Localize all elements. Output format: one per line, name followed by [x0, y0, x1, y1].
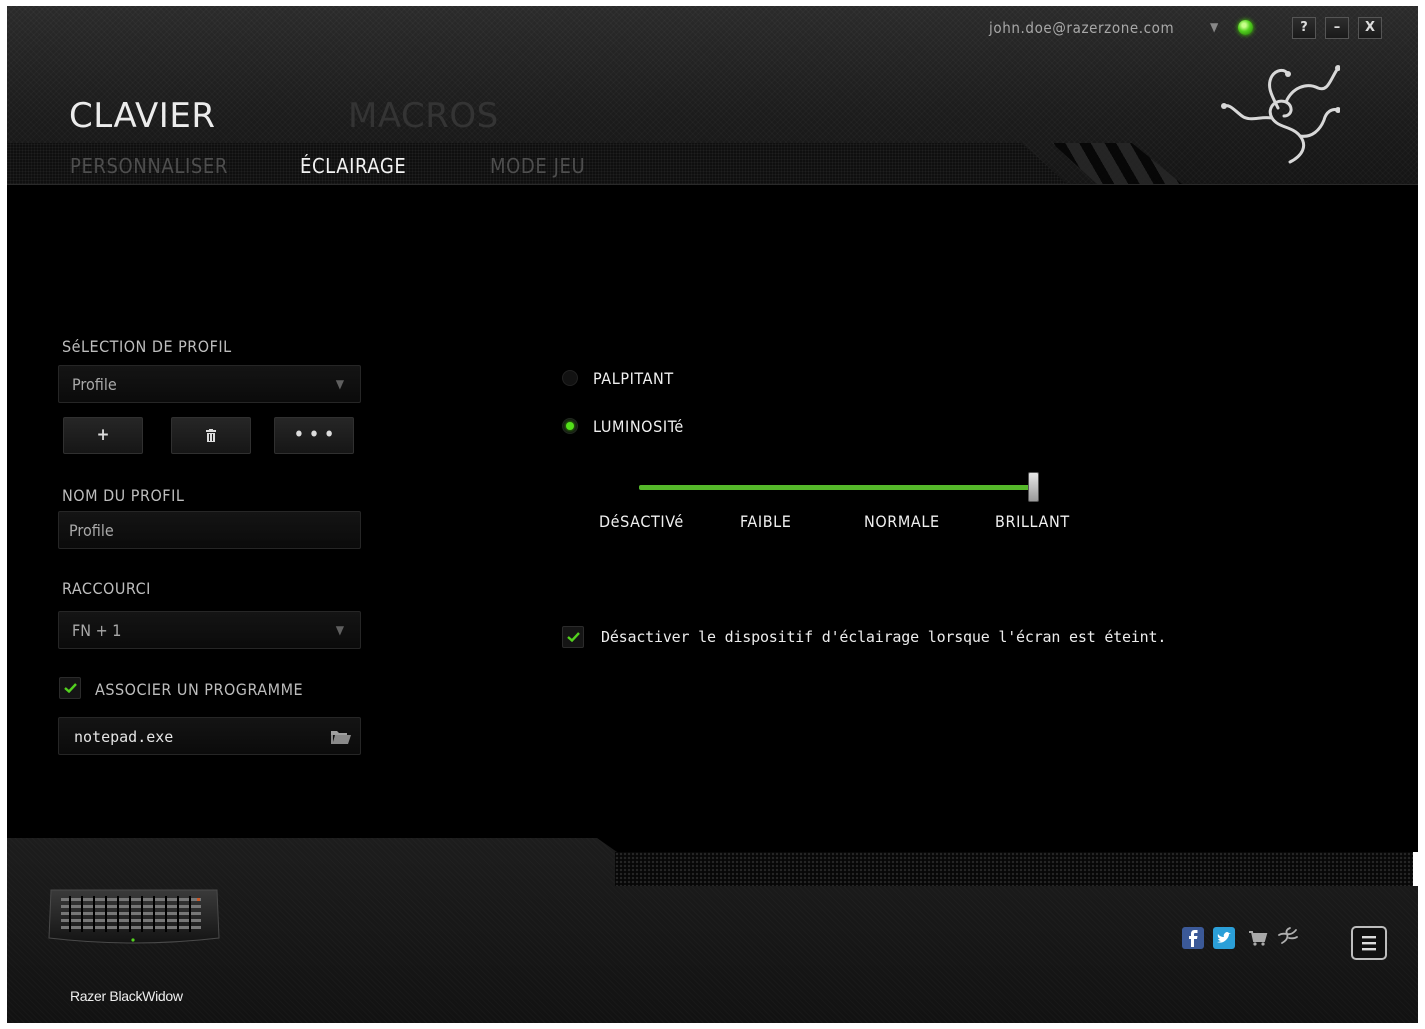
brightness-level-off[interactable]: DéSACTIVé	[599, 512, 684, 531]
associate-program-checkbox[interactable]	[59, 677, 81, 699]
program-path-input[interactable]: notepad.exe	[58, 717, 361, 755]
associate-program-label: ASSOCIER UN PROGRAMME	[95, 680, 304, 699]
shortcut-value: FN + 1	[72, 621, 122, 640]
device-name: Razer BlackWidow	[70, 988, 183, 1004]
palpitant-radio[interactable]	[562, 370, 578, 386]
footer-decoration	[615, 852, 1418, 886]
luminosite-label: LUMINOSITé	[593, 417, 684, 436]
profile-name-value: Profile	[69, 521, 114, 540]
help-button[interactable]: ?	[1292, 17, 1316, 39]
keyboard-device-image[interactable]	[47, 882, 221, 948]
program-path-value: notepad.exe	[74, 728, 174, 746]
chevron-down-icon: ▼	[335, 377, 344, 391]
razer-icon[interactable]	[1277, 925, 1299, 947]
brightness-slider-fill	[639, 485, 1031, 490]
subtab-mode-jeu[interactable]: MODE JEU	[490, 154, 585, 178]
shortcut-label: RACCOURCI	[62, 579, 151, 598]
palpitant-label: PALPITANT	[593, 369, 674, 388]
tab-macros[interactable]: MACROS	[348, 96, 499, 136]
header-divider	[7, 184, 1418, 185]
profile-select-value: Profile	[72, 375, 117, 394]
checkmark-icon	[64, 683, 77, 693]
trash-icon	[206, 429, 216, 442]
menu-icon	[1362, 936, 1376, 951]
synapse-window: john.doe@razerzone.com ▼ ? – X CLAVIER M…	[7, 6, 1418, 1023]
subtab-eclairage[interactable]: ÉCLAIRAGE	[300, 154, 406, 178]
brightness-level-bright[interactable]: BRILLANT	[995, 512, 1070, 531]
facebook-icon[interactable]	[1182, 927, 1204, 949]
profile-select[interactable]: Profile ▼	[58, 365, 361, 403]
subtab-personnaliser[interactable]: PERSONNALISER	[70, 154, 228, 178]
tab-clavier[interactable]: CLAVIER	[69, 96, 215, 136]
brightness-slider-thumb[interactable]	[1027, 472, 1039, 502]
checkmark-icon	[567, 632, 580, 642]
shortcut-select[interactable]: FN + 1 ▼	[58, 611, 361, 649]
screen-off-lighting-checkbox[interactable]	[562, 626, 584, 648]
chevron-down-icon: ▼	[335, 623, 344, 637]
profile-selection-label: SéLECTION DE PROFIL	[62, 337, 232, 356]
delete-profile-button[interactable]	[171, 417, 251, 454]
online-status-icon	[1238, 20, 1253, 35]
profile-options-button[interactable]: • • •	[274, 417, 354, 454]
razer-logo-icon	[1221, 65, 1340, 164]
brightness-level-normal[interactable]: NORMALE	[864, 512, 940, 531]
profile-name-input[interactable]: Profile	[58, 511, 361, 549]
twitter-icon[interactable]	[1213, 927, 1235, 949]
brightness-level-low[interactable]: FAIBLE	[740, 512, 791, 531]
profile-name-label: NOM DU PROFIL	[62, 486, 185, 505]
close-button[interactable]: X	[1358, 17, 1382, 39]
menu-button[interactable]	[1351, 926, 1387, 960]
minimize-button[interactable]: –	[1325, 17, 1349, 39]
user-email[interactable]: john.doe@razerzone.com	[989, 18, 1174, 38]
footer-notch	[1413, 852, 1418, 886]
cart-icon[interactable]	[1247, 927, 1269, 949]
brightness-slider-track[interactable]	[639, 485, 1031, 490]
screen-off-lighting-label: Désactiver le dispositif d'éclairage lor…	[601, 628, 1167, 646]
folder-icon[interactable]	[331, 730, 351, 744]
add-profile-button[interactable]: +	[63, 417, 143, 454]
luminosite-radio[interactable]	[562, 418, 578, 434]
user-menu-dropdown-icon[interactable]: ▼	[1210, 20, 1218, 34]
